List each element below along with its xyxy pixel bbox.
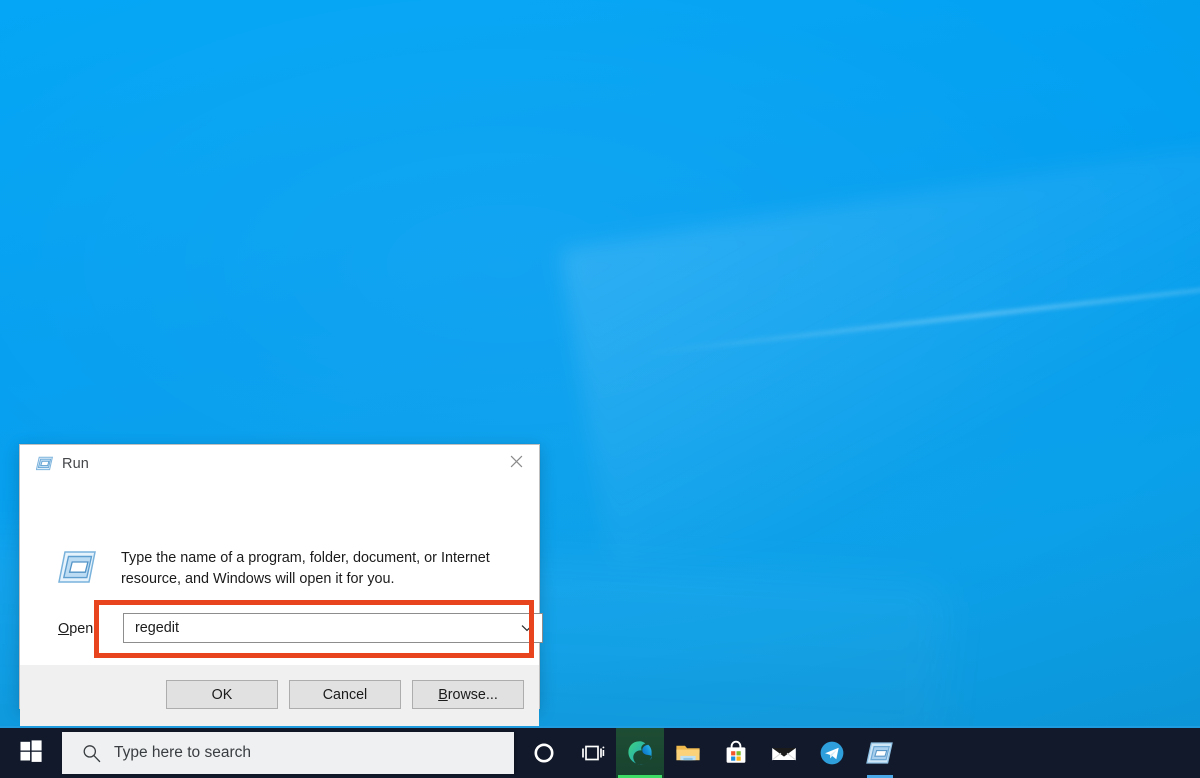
task-view-icon: [578, 739, 606, 767]
browse-button[interactable]: Browse...: [412, 680, 524, 709]
taskbar-item-mail[interactable]: [760, 728, 808, 778]
dialog-title: Run: [62, 455, 89, 472]
run-window-icon: [58, 550, 96, 584]
store-bag-icon: [722, 739, 750, 767]
taskbar-app-list: [520, 728, 904, 778]
open-label: Open:: [58, 621, 97, 637]
close-icon[interactable]: [494, 445, 539, 477]
open-label-rest: pen:: [69, 621, 98, 637]
cortana-circle-icon: [530, 739, 558, 767]
search-input[interactable]: Type here to search: [62, 732, 514, 774]
run-window-icon: [866, 739, 894, 767]
mail-envelope-icon: [770, 739, 798, 767]
taskbar-item-microsoft-edge[interactable]: [616, 728, 664, 778]
wallpaper-highlight-line: [639, 265, 1200, 356]
taskbar-item-microsoft-store[interactable]: [712, 728, 760, 778]
browse-label-rest: rowse...: [447, 686, 498, 703]
taskbar-item-cortana[interactable]: [520, 728, 568, 778]
cancel-button[interactable]: Cancel: [289, 680, 401, 709]
open-label-accel: O: [58, 621, 70, 637]
open-input-value[interactable]: regedit: [135, 620, 512, 636]
dialog-title-bar[interactable]: Run: [20, 445, 539, 482]
taskbar-item-telegram[interactable]: [808, 728, 856, 778]
browse-accel: B: [438, 686, 448, 703]
ok-button[interactable]: OK: [166, 680, 278, 709]
taskbar-item-task-view[interactable]: [568, 728, 616, 778]
search-icon: [82, 744, 101, 763]
open-combobox[interactable]: regedit: [123, 613, 543, 643]
folder-icon: [674, 739, 702, 767]
dialog-prompt-text: Type the name of a program, folder, docu…: [121, 550, 490, 587]
taskbar-item-run[interactable]: [856, 728, 904, 778]
wallpaper-light-streak: [560, 109, 1200, 567]
telegram-paper-plane-icon: [818, 739, 846, 767]
windows-logo-icon: [20, 739, 42, 767]
open-field-row: Open: regedit: [20, 613, 543, 647]
search-placeholder-text: Type here to search: [114, 744, 251, 761]
start-button[interactable]: [0, 728, 62, 778]
run-dialog-window[interactable]: Run Type the name of a program, folder, …: [19, 444, 543, 747]
taskbar: Type here to search: [0, 726, 1200, 778]
edge-icon: [626, 739, 654, 767]
dialog-body: Type the name of a program, folder, docu…: [20, 482, 543, 664]
taskbar-item-file-explorer[interactable]: [664, 728, 712, 778]
run-window-icon: [35, 456, 54, 471]
chevron-down-icon[interactable]: [512, 614, 542, 642]
